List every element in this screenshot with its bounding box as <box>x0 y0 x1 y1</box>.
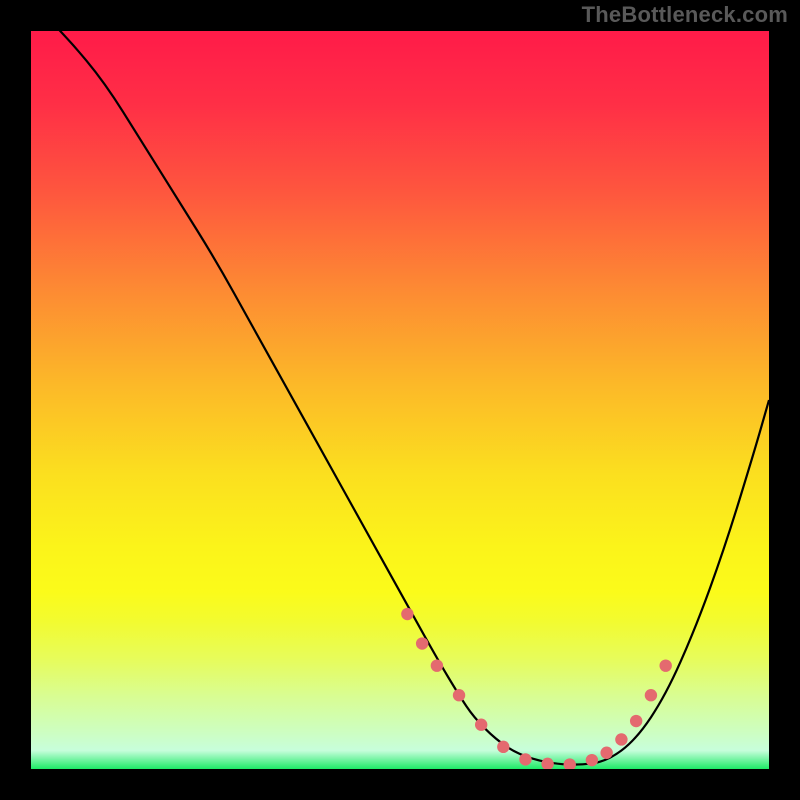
highlight-dot <box>475 719 487 731</box>
highlight-dot <box>586 754 598 766</box>
highlight-dot <box>600 747 612 759</box>
highlight-dot <box>416 637 428 649</box>
chart-plot-area <box>31 31 769 769</box>
highlight-dot <box>431 659 443 671</box>
highlight-dot <box>401 608 413 620</box>
chart-frame: TheBottleneck.com <box>0 0 800 800</box>
highlight-dot <box>453 689 465 701</box>
highlight-dot <box>659 659 671 671</box>
chart-svg <box>31 31 769 769</box>
watermark-text: TheBottleneck.com <box>582 2 788 28</box>
highlight-dot <box>497 741 509 753</box>
highlight-dot <box>615 733 627 745</box>
highlight-dot <box>630 715 642 727</box>
highlight-dot <box>645 689 657 701</box>
highlight-dot <box>519 753 531 765</box>
